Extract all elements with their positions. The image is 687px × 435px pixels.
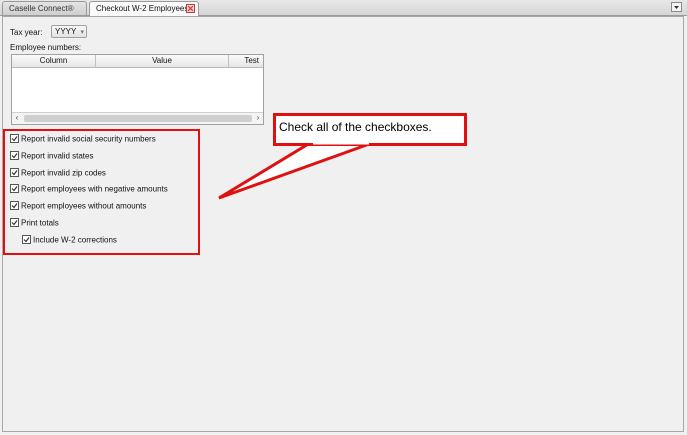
callout-pointer-join [313, 141, 369, 145]
